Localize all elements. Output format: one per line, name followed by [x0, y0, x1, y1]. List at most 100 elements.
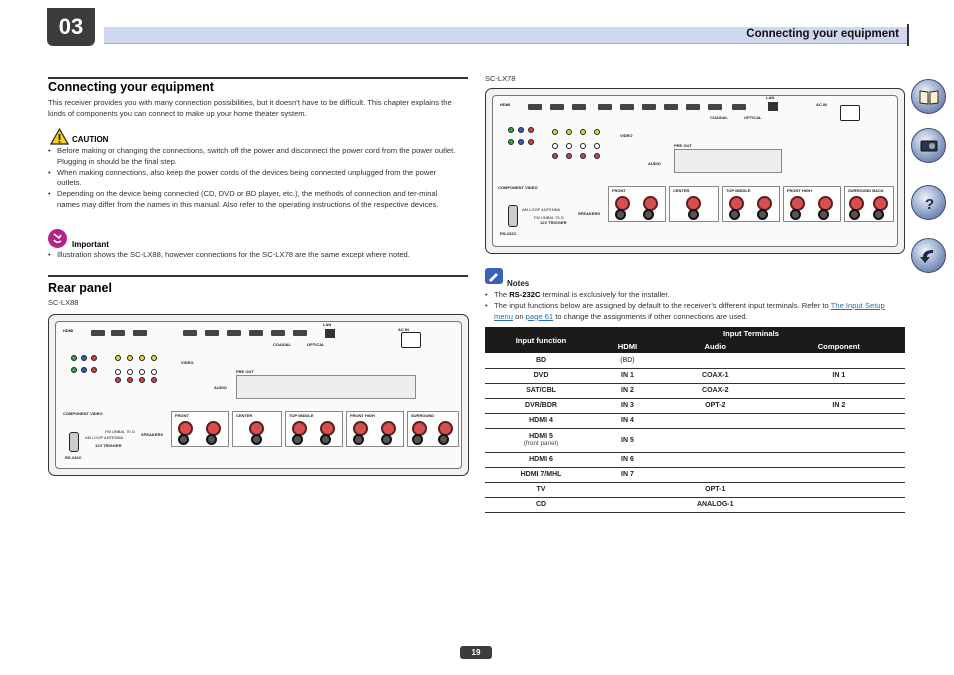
jack-yellow[interactable]: [139, 355, 145, 361]
jack-green[interactable]: [508, 127, 514, 133]
jack-white[interactable]: [566, 143, 572, 149]
jack-white[interactable]: [594, 143, 600, 149]
speaker-terminal[interactable]: [353, 434, 364, 445]
hdmi-port[interactable]: [686, 104, 700, 110]
speaker-terminal[interactable]: [790, 209, 801, 220]
hdmi-port[interactable]: [91, 330, 105, 336]
jack-red[interactable]: [127, 377, 133, 383]
jack-yellow[interactable]: [552, 129, 558, 135]
back-arrow-icon[interactable]: [911, 238, 946, 273]
speaker-group-label: SURROUND: [411, 413, 435, 418]
jack-green[interactable]: [71, 367, 77, 373]
rs232c-port[interactable]: [508, 205, 518, 227]
jack-red[interactable]: [151, 377, 157, 383]
page-link[interactable]: page 61: [526, 312, 553, 321]
speaker-terminal[interactable]: [178, 434, 189, 445]
hdmi-port[interactable]: [620, 104, 634, 110]
jack-red[interactable]: [91, 367, 97, 373]
hdmi-port[interactable]: [293, 330, 307, 336]
receiver-icon[interactable]: [911, 128, 946, 163]
jack-red[interactable]: [552, 153, 558, 159]
table-row: BD (BD): [485, 353, 905, 369]
ac-inlet[interactable]: [840, 105, 860, 121]
jack-white[interactable]: [580, 143, 586, 149]
jack-white[interactable]: [151, 369, 157, 375]
ac-inlet[interactable]: [401, 332, 421, 348]
hdmi-label: HDMI: [500, 102, 511, 107]
lan-port[interactable]: [325, 329, 335, 338]
table-header: HDMI: [597, 340, 658, 353]
hdmi-port[interactable]: [664, 104, 678, 110]
list-item: The input functions below are assigned b…: [485, 301, 905, 323]
jack-red[interactable]: [91, 355, 97, 361]
hdmi-port[interactable]: [111, 330, 125, 336]
jack-yellow[interactable]: [580, 129, 586, 135]
jack-yellow[interactable]: [151, 355, 157, 361]
jack-green[interactable]: [71, 355, 77, 361]
hdmi-port[interactable]: [249, 330, 263, 336]
speaker-terminal[interactable]: [818, 209, 829, 220]
jack-white[interactable]: [552, 143, 558, 149]
hdmi-port[interactable]: [227, 330, 241, 336]
jack-red[interactable]: [139, 377, 145, 383]
jack-yellow[interactable]: [566, 129, 572, 135]
speaker-terminal[interactable]: [615, 209, 626, 220]
function-label: DVD: [533, 372, 549, 379]
jack-red[interactable]: [528, 127, 534, 133]
video-label: VIDEO: [620, 133, 633, 138]
jack-white[interactable]: [139, 369, 145, 375]
cell-hdmi: IN 4: [597, 413, 658, 429]
speaker-terminal[interactable]: [320, 434, 331, 445]
speaker-terminal[interactable]: [381, 434, 392, 445]
jack-white[interactable]: [127, 369, 133, 375]
speaker-terminal[interactable]: [873, 209, 884, 220]
speaker-terminal[interactable]: [643, 209, 654, 220]
hdmi-port[interactable]: [550, 104, 564, 110]
jack-red[interactable]: [594, 153, 600, 159]
speaker-group-surround: SURROUND: [407, 411, 459, 447]
hdmi-port[interactable]: [642, 104, 656, 110]
jack-white[interactable]: [115, 369, 121, 375]
jack-red[interactable]: [528, 139, 534, 145]
trigger-label: 12V TRIGGER: [540, 220, 567, 225]
hdmi-port[interactable]: [205, 330, 219, 336]
jack-red[interactable]: [566, 153, 572, 159]
speaker-terminal[interactable]: [251, 434, 262, 445]
cell-function: CD: [485, 497, 597, 513]
jack-blue[interactable]: [81, 355, 87, 361]
speaker-terminal[interactable]: [206, 434, 217, 445]
jack-blue[interactable]: [518, 127, 524, 133]
hdmi-port[interactable]: [271, 330, 285, 336]
jack-blue[interactable]: [81, 367, 87, 373]
speaker-terminal[interactable]: [757, 209, 768, 220]
table-row: DVD IN 1 COAX-1 IN 1: [485, 368, 905, 384]
lan-port[interactable]: [768, 102, 778, 111]
question-icon[interactable]: ?: [911, 185, 946, 220]
hdmi-port[interactable]: [598, 104, 612, 110]
table-header: Audio: [657, 340, 773, 353]
hdmi-port[interactable]: [183, 330, 197, 336]
jack-green[interactable]: [508, 139, 514, 145]
jack-blue[interactable]: [518, 139, 524, 145]
jack-red[interactable]: [580, 153, 586, 159]
speaker-terminal[interactable]: [412, 434, 423, 445]
speaker-terminal[interactable]: [849, 209, 860, 220]
speaker-terminal[interactable]: [292, 434, 303, 445]
hdmi-port[interactable]: [572, 104, 586, 110]
speaker-group-label: FRONT: [612, 188, 626, 193]
speaker-terminal[interactable]: [438, 434, 449, 445]
speaker-terminal[interactable]: [729, 209, 740, 220]
hdmi-port[interactable]: [133, 330, 147, 336]
hdmi-port[interactable]: [732, 104, 746, 110]
hdmi-port[interactable]: [708, 104, 722, 110]
speaker-terminal[interactable]: [688, 209, 699, 220]
jack-red[interactable]: [115, 377, 121, 383]
jack-yellow[interactable]: [127, 355, 133, 361]
jack-yellow[interactable]: [594, 129, 600, 135]
rs232c-port[interactable]: [69, 432, 79, 452]
hdmi-port[interactable]: [528, 104, 542, 110]
model-label-lx78: SC-LX78: [485, 74, 516, 83]
jack-yellow[interactable]: [115, 355, 121, 361]
cell-component: [772, 413, 905, 429]
book-icon[interactable]: [911, 79, 946, 114]
